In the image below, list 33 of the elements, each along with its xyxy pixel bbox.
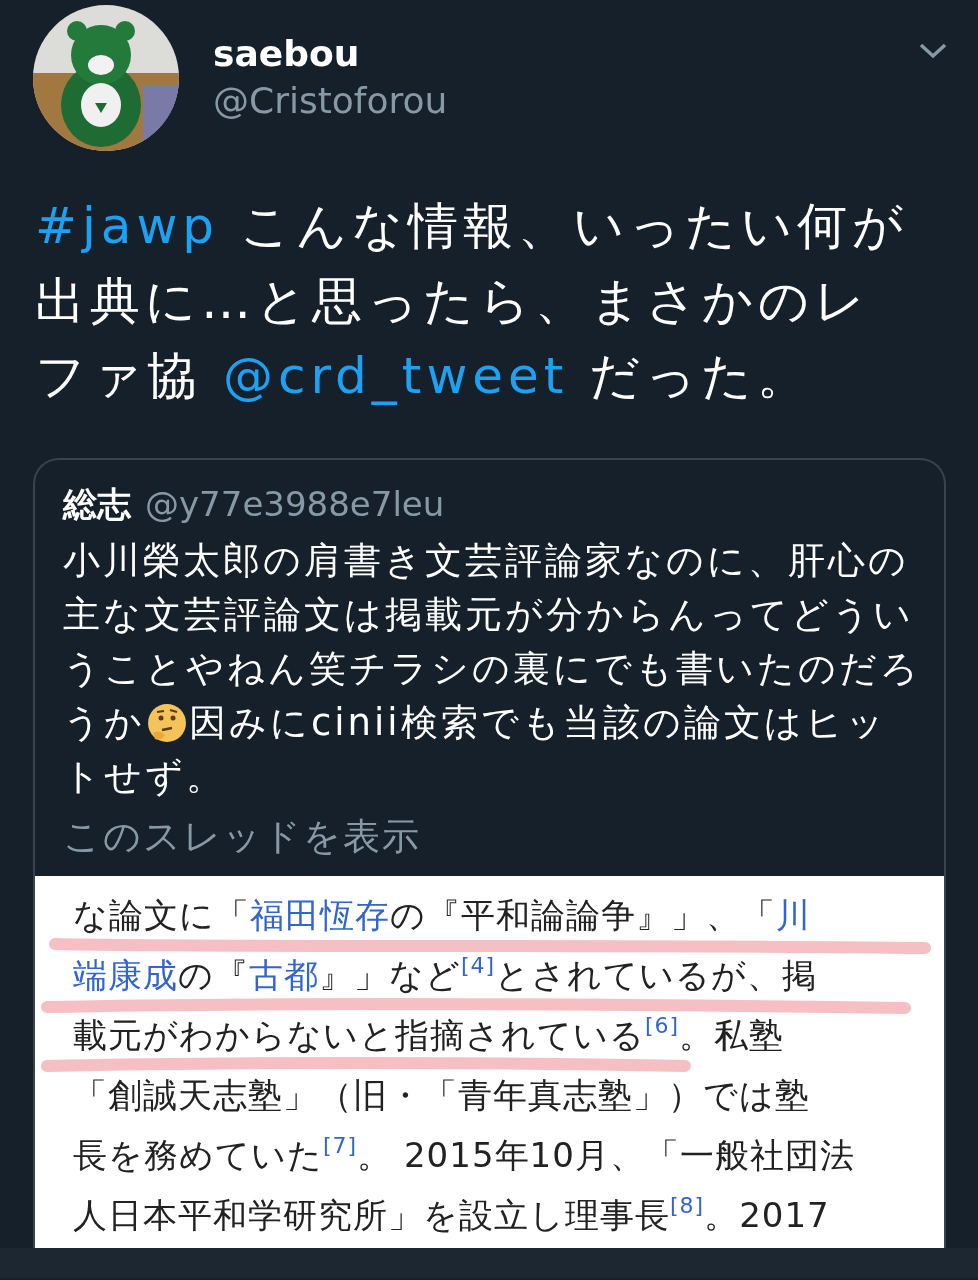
article-line: 長を務めていた$^{[7]}$。 2015年10月、「一般社団法	[73, 1134, 855, 1176]
hashtag-link[interactable]: #jawp	[35, 197, 220, 255]
footnote-link[interactable]: [7]	[323, 1133, 358, 1158]
article-link[interactable]: 端康成	[73, 955, 178, 995]
quote-text: うか	[63, 700, 145, 746]
quote-text: 主な文芸評論文は掲載元が分からんってどうい	[63, 592, 914, 638]
quoted-user-handle: @y77e3988e7leu	[145, 484, 445, 524]
article-line: な論文に「福田恆存の『平和論論争』」、「川	[73, 894, 811, 936]
article-line: 人日本平和学研究所」を設立し理事長$^{[8]}$。2017	[73, 1194, 830, 1236]
thinking-face-icon	[147, 703, 187, 743]
show-thread-link[interactable]: このスレッドを表示	[63, 812, 421, 862]
article-line: 端康成の『古都』」など$^{[4]}$とされているが、掲	[73, 954, 818, 996]
quote-text: うことやねん笑チラシの裏にでも書いたのだろ	[63, 646, 921, 692]
footnote-link[interactable]: [6]	[645, 1013, 680, 1038]
display-name: saebou	[213, 33, 360, 74]
article-link[interactable]: 古都	[249, 955, 319, 995]
mention-link[interactable]: @crd_tweet	[222, 347, 569, 405]
footnote-link[interactable]: [4]	[461, 953, 496, 978]
tweet-text: 出典に…と思ったら、まさかのレ	[35, 271, 870, 332]
tweet-text: #jawp こんな情報、いったい何が	[35, 196, 908, 257]
quote-text: トせず。	[63, 754, 226, 800]
quoted-display-name: 総志	[63, 483, 131, 526]
quote-text: 小川榮太郎の肩書き文芸評論家なのに、肝心の	[63, 538, 909, 584]
article-link[interactable]: 福田恆存	[250, 895, 390, 935]
quote-text: 因みにcinii検索でも当該の論文はヒッ	[189, 700, 887, 746]
quoted-tweet-card[interactable]	[33, 458, 946, 1248]
article-line: 「創誠天志塾」（旧・「青年真志塾」）では塾	[73, 1074, 810, 1116]
article-link[interactable]: 川	[776, 895, 811, 935]
tweet-text: ファ協 @crd_tweet だった。	[35, 346, 813, 407]
footnote-link[interactable]: [8]	[670, 1193, 705, 1218]
article-line: 載元がわからないと指摘されている$^{[6]}$。私塾	[73, 1014, 785, 1056]
chevron-down-icon[interactable]	[918, 41, 948, 61]
user-handle: @Cristoforou	[213, 80, 448, 121]
